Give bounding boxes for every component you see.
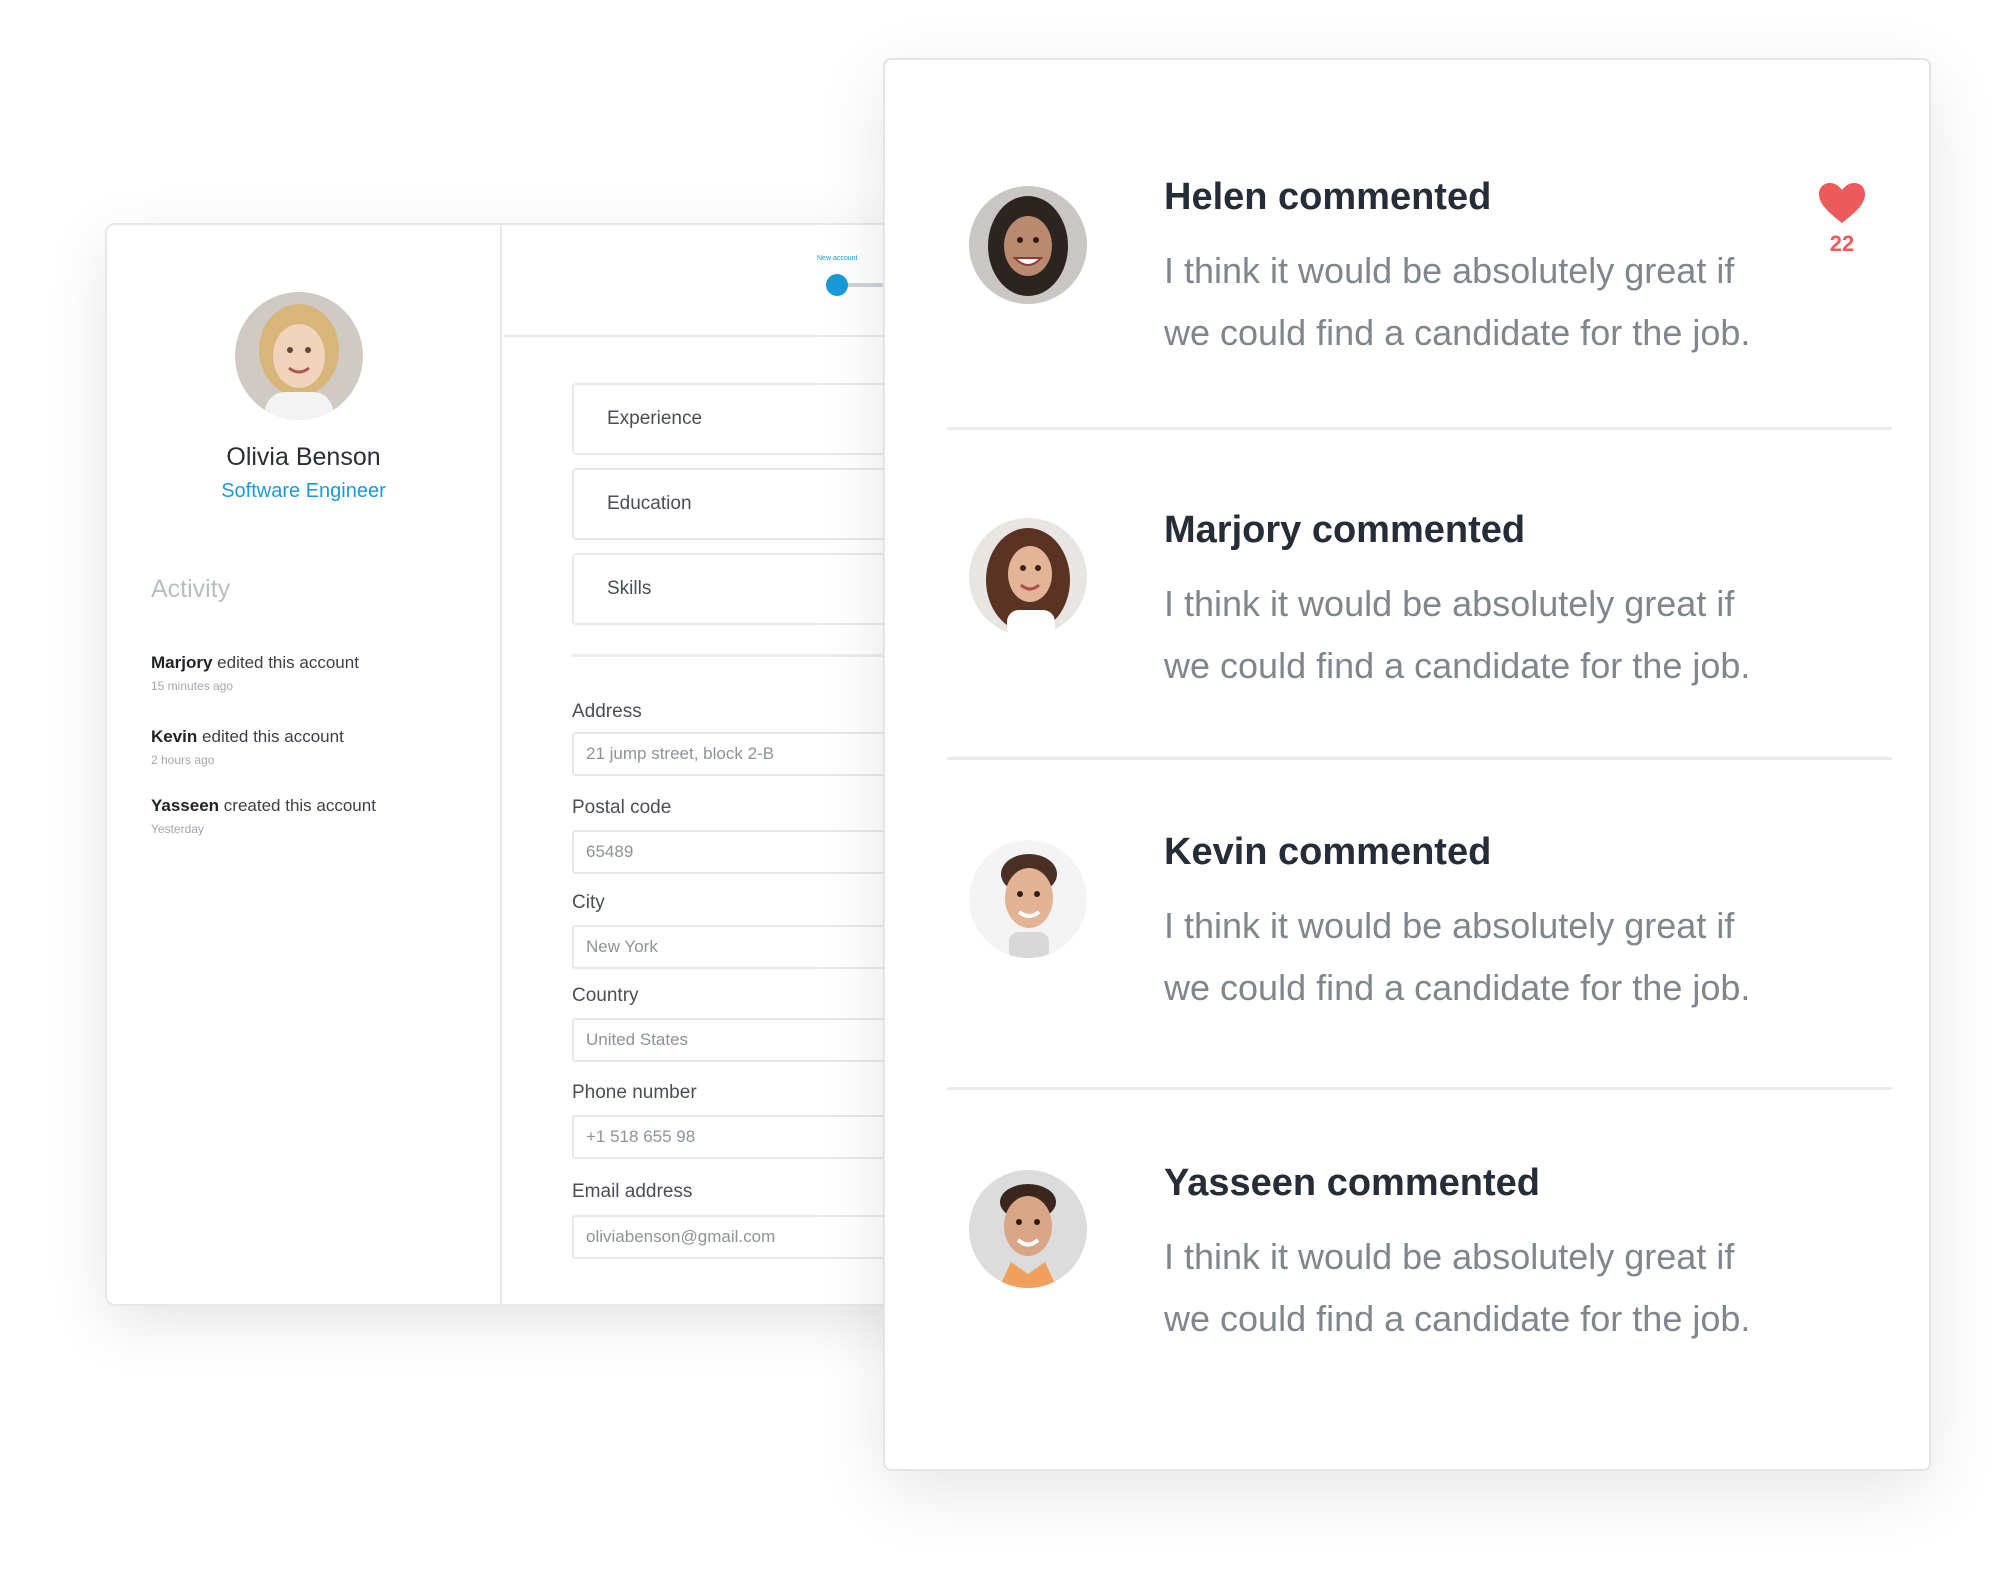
comment-line: I think it would be absolutely great if — [1164, 583, 1735, 624]
comment-line: we could find a candidate for the job. — [1164, 645, 1751, 686]
comment-line: we could find a candidate for the job. — [1164, 967, 1751, 1008]
activity-time: 2 hours ago — [151, 753, 215, 767]
activity-item: Marjory edited this account 15 minutes a… — [151, 653, 491, 693]
activity-item: Yasseen created this account Yesterday — [151, 796, 491, 836]
city-label: City — [572, 892, 605, 913]
avatar-image — [969, 1170, 1087, 1288]
avatar-image — [235, 292, 363, 420]
comment-line: I think it would be absolutely great if — [1164, 905, 1735, 946]
country-label: Country — [572, 985, 639, 1006]
activity-action: edited this account — [202, 727, 344, 746]
comment-title: Kevin commented — [1164, 831, 1492, 873]
step-label: New account — [817, 255, 858, 262]
comment-line: we could find a candidate for the job. — [1164, 1298, 1751, 1339]
address-label: Address — [572, 701, 642, 722]
comment-body: I think it would be absolutely great if … — [1164, 240, 1864, 364]
activity-action: created this account — [223, 796, 376, 815]
email-address-label: Email address — [572, 1181, 693, 1202]
profile-sidebar: Olivia Benson Software Engineer Activity… — [107, 225, 502, 1304]
comment-separator — [947, 757, 1892, 760]
step-dot-active[interactable] — [826, 274, 848, 296]
postal-code-label: Postal code — [572, 797, 672, 818]
avatar — [969, 518, 1087, 636]
activity-time: 15 minutes ago — [151, 679, 234, 693]
avatar-image — [969, 186, 1087, 304]
comment-title: Yasseen commented — [1164, 1162, 1540, 1204]
profile-role-link[interactable]: Software Engineer — [107, 480, 500, 503]
comment-line: we could find a candidate for the job. — [1164, 312, 1751, 353]
comment-title: Marjory commented — [1164, 509, 1526, 551]
activity-time: Yesterday — [151, 822, 204, 836]
comment-body: I think it would be absolutely great if … — [1164, 895, 1864, 1019]
like-count: 22 — [1829, 231, 1855, 256]
comment-body: I think it would be absolutely great if … — [1164, 573, 1864, 697]
avatar — [969, 840, 1087, 958]
comment-title: Helen commented — [1164, 176, 1492, 218]
comment-body: I think it would be absolutely great if … — [1164, 1226, 1864, 1350]
avatar — [969, 186, 1087, 304]
activity-item: Kevin edited this account 2 hours ago — [151, 727, 491, 767]
heart-icon — [1819, 183, 1865, 223]
activity-action: edited this account — [217, 653, 359, 672]
avatar-image — [969, 840, 1087, 958]
profile-card: Olivia Benson Software Engineer Activity… — [105, 223, 1005, 1306]
comment-separator — [947, 1087, 1892, 1090]
phone-number-label: Phone number — [572, 1082, 697, 1103]
comment-line: I think it would be absolutely great if — [1164, 250, 1735, 291]
comments-card: Helen commented I think it would be abso… — [883, 58, 1931, 1471]
avatar — [235, 292, 363, 420]
activity-actor[interactable]: Marjory — [151, 653, 212, 672]
avatar — [969, 1170, 1087, 1288]
comment-line: I think it would be absolutely great if — [1164, 1236, 1735, 1277]
avatar-image — [969, 518, 1087, 636]
activity-actor[interactable]: Yasseen — [151, 796, 219, 815]
profile-name: Olivia Benson — [226, 443, 381, 471]
like-button[interactable]: 22 — [1817, 182, 1867, 257]
comment-separator — [947, 427, 1892, 430]
activity-heading: Activity — [151, 575, 231, 603]
activity-actor[interactable]: Kevin — [151, 727, 197, 746]
